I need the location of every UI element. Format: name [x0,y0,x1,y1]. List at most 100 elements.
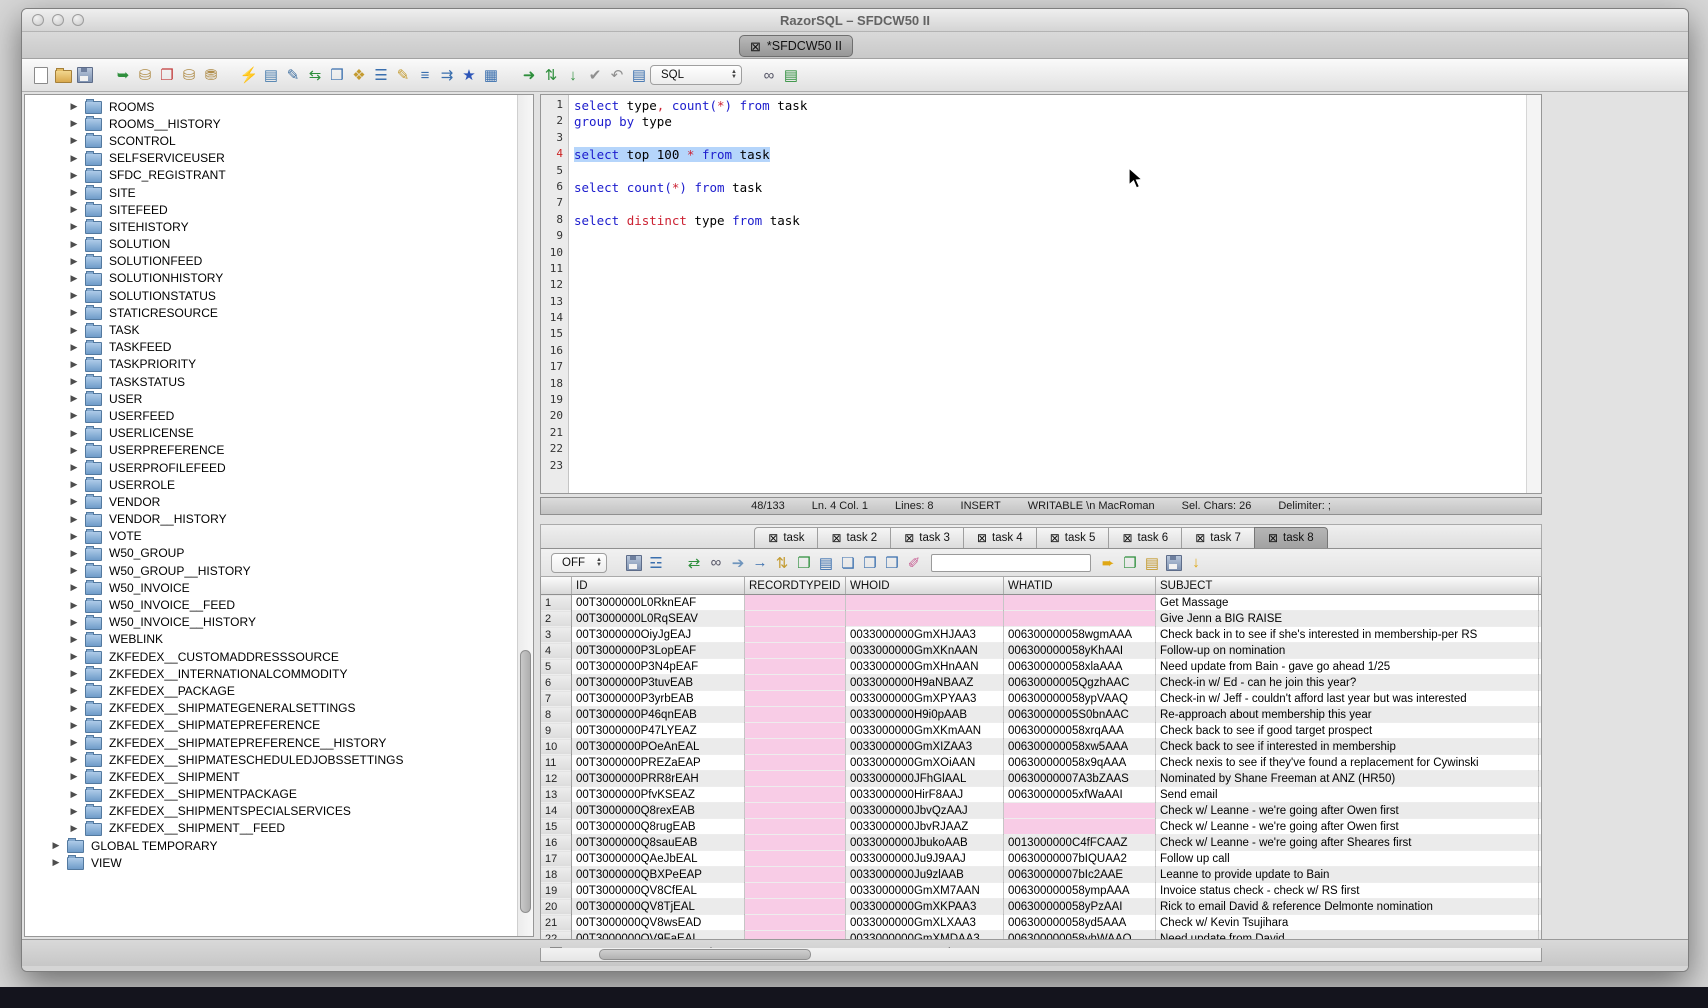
disclosure-triangle-icon[interactable]: ▶ [69,170,79,181]
execute-icon[interactable]: ➜ [518,65,540,85]
disclosure-triangle-icon[interactable]: ▶ [69,823,79,834]
grid-cell[interactable]: Nominated by Shane Freeman at ANZ (HR50) [1156,771,1539,787]
grid-cell[interactable]: 00T3000000QAeJbEAL [572,851,745,867]
disclosure-triangle-icon[interactable]: ▶ [69,703,79,714]
table-tree[interactable]: ▶ROOMS▶ROOMS__HISTORY▶SCONTROL▶SELFSERVI… [25,95,518,936]
grid-cell[interactable]: 0033000000GmXPYAA3 [846,691,1004,707]
sidebar-item-scontrol[interactable]: ▶SCONTROL [25,132,518,149]
sidebar-item-zkfedex-shipmatescheduledjobssettings[interactable]: ▶ZKFEDEX__SHIPMATESCHEDULEDJOBSSETTINGS [25,751,518,768]
grid-cell[interactable]: 00T3000000P3tuvEAB [572,675,745,691]
table-row[interactable]: 700T3000000P3yrbEAB0033000000GmXPYAA3006… [541,691,1542,707]
grid-cell[interactable] [1004,595,1156,611]
close-tab-icon[interactable]: ⊠ [977,531,987,545]
find-next-icon[interactable]: ➨ [1097,553,1119,573]
grid-cell[interactable]: Get Massage [1156,595,1539,611]
sidebar-item-view[interactable]: ▶VIEW [25,854,518,871]
favorites-icon[interactable]: ★ [458,65,480,85]
generate-sql-icon[interactable]: ❐ [1119,553,1141,573]
results-tab-task-4[interactable]: ⊠task 4 [963,527,1036,548]
grid-cell[interactable]: 00T3000000P3LopEAF [572,643,745,659]
table-row[interactable]: 400T3000000P3LopEAF0033000000GmXKnAAN006… [541,643,1542,659]
grid-cell[interactable]: 0033000000GmXLXAA3 [846,915,1004,931]
disclosure-triangle-icon[interactable]: ▶ [69,754,79,765]
grid-cell[interactable]: 006300000058yd5AAA [1004,915,1156,931]
disclosure-triangle-icon[interactable]: ▶ [69,256,79,267]
disclosure-triangle-icon[interactable]: ▶ [69,531,79,542]
schema-browser-icon[interactable]: ❒ [326,65,348,85]
grid-cell[interactable]: 00T3000000P47LYEAZ [572,723,745,739]
grid-cell[interactable]: 0033000000GmXKmAAN [846,723,1004,739]
results-tab-task-2[interactable]: ⊠task 2 [817,527,890,548]
sidebar-item-w50-invoice-feed[interactable]: ▶W50_INVOICE__FEED [25,596,518,613]
grid-cell[interactable] [745,819,846,835]
import-icon[interactable]: ➥ [112,65,134,85]
close-tab-icon[interactable]: ⊠ [1050,531,1060,545]
table-row[interactable]: 200T3000000L0RqSEAVGive Jenn a BIG RAISE… [541,611,1542,627]
sidebar-item-sitehistory[interactable]: ▶SITEHISTORY [25,218,518,235]
sidebar-item-zkfedex-package[interactable]: ▶ZKFEDEX__PACKAGE [25,682,518,699]
grid-cell[interactable] [745,755,846,771]
disclosure-triangle-icon[interactable]: ▶ [69,771,79,782]
statement-type-select[interactable]: SQL▲▼ [650,65,742,85]
sidebar-item-rooms[interactable]: ▶ROOMS [25,98,518,115]
grid-cell[interactable]: Follow up call [1156,851,1539,867]
disclosure-triangle-icon[interactable]: ▶ [69,445,79,456]
grid-cell[interactable]: 00T3000000PRR8rEAH [572,771,745,787]
disclosure-triangle-icon[interactable]: ▶ [69,376,79,387]
sidebar-item-site[interactable]: ▶SITE [25,184,518,201]
disclosure-triangle-icon[interactable]: ▶ [69,118,79,129]
grid-cell[interactable] [846,611,1004,627]
grid-cell[interactable]: Check w/ Leanne - we're going after Shea… [1156,835,1539,851]
results-grid[interactable]: IDRECORDTYPEIDWHOIDWHATIDSUBJECTAC100T30… [540,577,1542,948]
grid-cell[interactable]: Leanne to provide update to Bain [1156,867,1539,883]
disclosure-triangle-icon[interactable]: ▶ [69,479,79,490]
disclosure-triangle-icon[interactable]: ▶ [69,720,79,731]
sidebar-item-w50-group[interactable]: ▶W50_GROUP [25,545,518,562]
sidebar-item-w50-group-history[interactable]: ▶W50_GROUP__HISTORY [25,562,518,579]
disclosure-triangle-icon[interactable]: ▶ [69,496,79,507]
table-row[interactable]: 1200T3000000PRR8rEAH0033000000JFhGlAAL00… [541,771,1542,787]
disclosure-triangle-icon[interactable]: ▶ [69,600,79,611]
disclosure-triangle-icon[interactable]: ▶ [69,101,79,112]
close-tab-icon[interactable]: ⊠ [904,531,914,545]
sidebar-item-zkfedex-shipmentpackage[interactable]: ▶ZKFEDEX__SHIPMENTPACKAGE [25,786,518,803]
grid-cell[interactable]: 0033000000GmXKPAA3 [846,899,1004,915]
table-row[interactable]: 1700T3000000QAeJbEAL0033000000Ju9J9AAJ00… [541,851,1542,867]
disclosure-triangle-icon[interactable]: ▶ [69,582,79,593]
grid-cell[interactable]: 0033000000Ju9zlAAB [846,867,1004,883]
sidebar-item-solutionhistory[interactable]: ▶SOLUTIONHISTORY [25,270,518,287]
grid-cell[interactable]: Check back in to see if she's interested… [1156,627,1539,643]
disclosure-triangle-icon[interactable]: ▶ [69,806,79,817]
disclosure-triangle-icon[interactable]: ▶ [69,153,79,164]
grid-cell[interactable]: 00T3000000QV8CfEAL [572,883,745,899]
grid-cell[interactable] [1004,819,1156,835]
grid-cell[interactable] [745,867,846,883]
single-row-view-icon[interactable]: ❏ [837,553,859,573]
grid-horizontal-scrollbar[interactable] [540,948,1542,962]
grid-cell[interactable]: 0033000000HirF8AAJ [846,787,1004,803]
results-search-input[interactable] [931,554,1091,572]
close-tab-icon[interactable]: ⊠ [1122,531,1132,545]
grid-cell[interactable]: 00T3000000L0RknEAF [572,595,745,611]
title-bar[interactable]: RazorSQL – SFDCW50 II [22,9,1688,32]
table-row[interactable]: 900T3000000P47LYEAZ0033000000GmXKmAAN006… [541,723,1542,739]
grid-cell[interactable]: 00T3000000PfvKSEAZ [572,787,745,803]
grid-cell[interactable]: Check back to see if good target prospec… [1156,723,1539,739]
grid-cell[interactable] [1004,611,1156,627]
grid-cell[interactable]: 006300000058yKhAAI [1004,643,1156,659]
table-row[interactable]: 500T3000000P3N4pEAF0033000000GmXHnAAN006… [541,659,1542,675]
sidebar-item-staticresource[interactable]: ▶STATICRESOURCE [25,304,518,321]
execute-all-icon[interactable]: ⇅ [540,65,562,85]
sql-editor[interactable]: 1234567891011121314151617181920212223 se… [540,94,1542,494]
sidebar-item-zkfedex-customaddresssource[interactable]: ▶ZKFEDEX__CUSTOMADDRESSSOURCE [25,648,518,665]
database-edit-icon[interactable]: ⛁ [178,65,200,85]
sidebar-item-task[interactable]: ▶TASK [25,321,518,338]
table-row[interactable]: 100T3000000L0RknEAFGet Massage200 [541,595,1542,611]
sidebar-item-selfserviceuser[interactable]: ▶SELFSERVICEUSER [25,150,518,167]
close-tab-icon[interactable]: ⊠ [750,40,761,53]
sidebar-item-vote[interactable]: ▶VOTE [25,528,518,545]
execute-lightning-icon[interactable]: ⚡ [238,65,260,85]
disclosure-triangle-icon[interactable]: ▶ [69,462,79,473]
scroll-to-end-icon[interactable]: ↓ [1185,553,1207,573]
sidebar-item-zkfedex-shipmentspecialservices[interactable]: ▶ZKFEDEX__SHIPMENTSPECIALSERVICES [25,803,518,820]
